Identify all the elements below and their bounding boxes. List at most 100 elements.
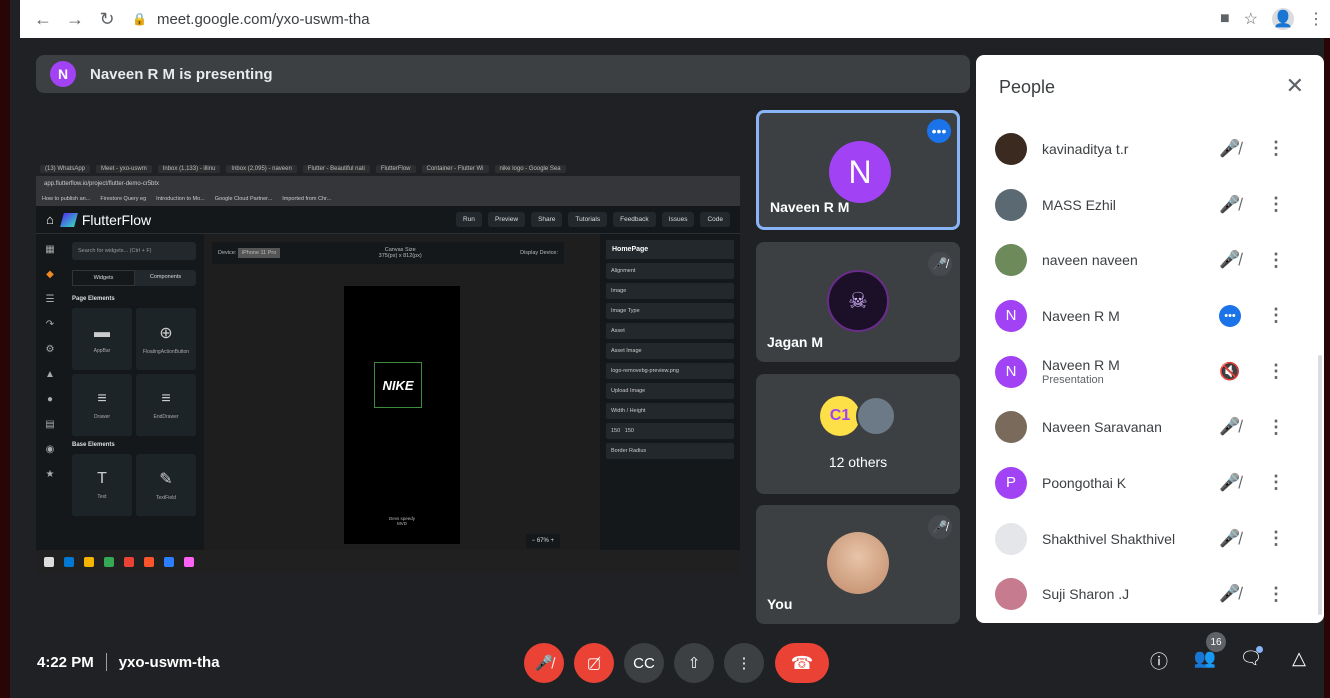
participant-row[interactable]: N Naveen R M Presentation 🔇 ⋮ [976, 344, 1316, 400]
presenter-tile[interactable]: N ••• Naveen R M [756, 110, 960, 230]
reload-icon[interactable]: ↻ [94, 6, 120, 32]
ff-button: Preview [487, 212, 526, 227]
mic-off-button[interactable]: 🎤̸ [524, 643, 564, 683]
participant-name: MASS Ezhil [1042, 196, 1116, 213]
participant-menu-icon[interactable]: ⋮ [1266, 528, 1286, 549]
participant-row[interactable]: Suji Sharon .J 🎤̸ ⋮ [976, 567, 1316, 623]
camera-off-button[interactable]: ▢̸ [574, 643, 614, 683]
participant-menu-icon[interactable]: ⋮ [1266, 305, 1286, 326]
captions-button[interactable]: CC [624, 643, 664, 683]
presenting-text: Naveen R M is presenting [90, 65, 273, 83]
participant-avatar [995, 522, 1027, 555]
mic-off-icon: 🎤̸ [1219, 250, 1241, 270]
participant-row[interactable]: P Poongothai K 🎤̸ ⋮ [976, 455, 1316, 511]
meeting-code: yxo-uswm-tha [118, 653, 220, 671]
close-icon[interactable]: ✕ [1286, 73, 1304, 99]
participant-info: MASS Ezhil [1042, 197, 1116, 213]
mic-off-icon: 🎤̸ [928, 515, 952, 539]
more-options-button[interactable]: ⋮ [724, 643, 764, 683]
mic-off-icon: 🎤̸ [1219, 194, 1241, 214]
people-scrollbar[interactable] [1318, 355, 1322, 615]
ff-widgets-tab: Widgets [72, 270, 135, 286]
lock-icon: 🔒 [132, 12, 147, 26]
participant-tile[interactable]: 🎤̸ ☠ Jagan M [756, 242, 960, 362]
star-icon[interactable]: ☆ [1244, 9, 1258, 29]
shared-tab: FlutterFlow [375, 165, 416, 173]
audio-off-icon: 🔇 [1219, 361, 1241, 381]
participant-subtitle: Presentation [1042, 374, 1104, 387]
ff-button: Feedback [613, 212, 656, 227]
ff-components-tab: Components [149, 274, 182, 280]
ff-widget: ≡ Drawer [72, 374, 132, 436]
participant-row[interactable]: MASS Ezhil 🎤̸ ⋮ [976, 177, 1316, 233]
address-bar[interactable]: 🔒 meet.google.com/yxo-uswm-tha [132, 5, 370, 33]
participant-name: Poongothai K [1042, 474, 1127, 491]
mic-off-icon: 🎤̸ [1219, 138, 1241, 158]
participant-info: kavinaditya t.r [1042, 141, 1128, 157]
participant-info: naveen naveen [1042, 252, 1138, 268]
more-options-icon[interactable]: ••• [927, 119, 951, 143]
participant-avatar [995, 411, 1027, 444]
participant-avatar [995, 244, 1027, 277]
participant-menu-icon[interactable]: ⋮ [1266, 194, 1286, 215]
participant-name: Naveen R M [1042, 307, 1120, 324]
bookmark: Imported from Chr... [282, 196, 332, 202]
participant-row[interactable]: Naveen Saravanan 🎤̸ ⋮ [976, 399, 1316, 455]
ff-widget: ▬ AppBar [72, 308, 132, 370]
others-label: 12 others [828, 454, 888, 470]
kebab-menu-icon[interactable]: ⋮ [1308, 9, 1324, 29]
present-button[interactable]: ⇧ [674, 643, 714, 683]
presenter-avatar: N [50, 61, 76, 87]
shared-tab: Container - Flutter Wi [421, 165, 489, 173]
people-panel: People ✕ kavinaditya t.r 🎤̸ ⋮ MASS Ezhil 🎤̸ ⋮… [976, 55, 1324, 623]
shared-tab: Meet - yxo-uswm [96, 165, 152, 173]
participant-row[interactable]: naveen naveen 🎤̸ ⋮ [976, 232, 1316, 288]
meeting-controls-bar: 4:22 PM yxo-uswm-tha 🎤̸ ▢̸ CC ⇧ ⋮ ☎ ⓘ 👥 … [20, 632, 1330, 690]
participant-menu-icon[interactable]: ⋮ [1266, 472, 1286, 493]
participant-menu-icon[interactable]: ⋮ [1266, 138, 1286, 159]
url-text: meet.google.com/yxo-uswm-tha [156, 10, 370, 28]
participant-name: Naveen Saravanan [1042, 419, 1162, 436]
back-icon[interactable]: ← [30, 6, 56, 32]
info-icon[interactable]: ⓘ [1144, 648, 1174, 674]
shared-taskbar [36, 550, 740, 574]
mic-off-icon: 🎤̸ [1219, 472, 1241, 492]
activities-icon[interactable]: △ [1284, 648, 1314, 669]
forward-icon[interactable]: → [62, 6, 88, 32]
shared-tab: Flutter - Beautiful nati [302, 165, 370, 173]
participant-menu-icon[interactable]: ⋮ [1266, 361, 1286, 382]
participant-row[interactable]: kavinaditya t.r 🎤̸ ⋮ [976, 121, 1316, 177]
shared-tab: nike logo - Google Sea [494, 165, 566, 173]
ff-widget: ✎ TextField [136, 454, 196, 516]
tile-name: Naveen R M [770, 199, 850, 215]
ff-widget: ≡ EndDrawer [136, 374, 196, 436]
meeting-info: 4:22 PM yxo-uswm-tha [37, 653, 220, 671]
participant-info: Naveen R M Presentation [1042, 357, 1120, 386]
ff-button: Issues [661, 212, 695, 227]
chat-notification-dot [1256, 646, 1263, 653]
ff-widget: ⊕ FloatingActionButton [136, 308, 196, 370]
phone-preview: NIKE Devs speedy MVD [344, 286, 460, 544]
others-avatar-photo [856, 396, 896, 436]
bookmark: Introduction to Mo... [156, 196, 205, 202]
participant-menu-icon[interactable]: ⋮ [1266, 250, 1286, 271]
tile-name: Jagan M [767, 334, 824, 350]
bookmark: How to publish an... [42, 196, 91, 202]
ff-widget: T Text [72, 454, 132, 516]
more-options-icon[interactable]: ••• [1219, 304, 1241, 327]
participant-menu-icon[interactable]: ⋮ [1266, 584, 1286, 605]
profile-icon[interactable]: 👤 [1272, 8, 1294, 30]
ff-button: Run [456, 212, 482, 227]
shared-bookmarks: How to publish an... Firestore Query eg … [36, 192, 740, 206]
participant-row[interactable]: N Naveen R M ••• ⋮ [976, 288, 1316, 344]
participant-info: Suji Sharon .J [1042, 586, 1129, 602]
participant-menu-icon[interactable]: ⋮ [1266, 417, 1286, 438]
others-tile[interactable]: C1 12 others [756, 374, 960, 494]
mic-off-icon: 🎤̸ [1219, 417, 1241, 437]
participant-avatar: N [995, 299, 1027, 332]
self-tile[interactable]: 🎤̸ You [756, 505, 960, 624]
participant-name: naveen naveen [1042, 252, 1138, 269]
participant-row[interactable]: Shakthivel Shakthivel 🎤̸ ⋮ [976, 511, 1316, 567]
leave-call-button[interactable]: ☎ [775, 643, 829, 683]
camera-icon[interactable]: ■ [1220, 10, 1230, 28]
